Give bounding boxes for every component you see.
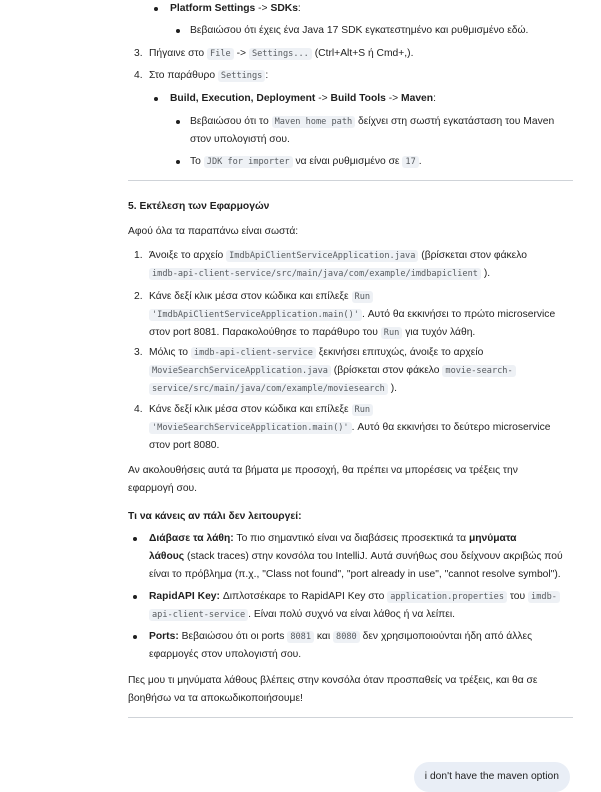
sdk-note: Βεβαιώσου ότι έχεις ένα Java 17 SDK εγκα… [176,22,570,40]
code-imdb-service-1: imdb- [528,591,560,603]
code-imdb-main: 'ImdbApiClientServiceApplication.main()' [149,309,362,321]
list-item-run-2: 2. Κάνε δεξί κλικ μέσα στον κώδικα και ε… [134,291,556,339]
troubleshoot-api-key: RapidAPI Key: Διπλοτσέκαρε το RapidAPI K… [133,588,573,624]
section-intro: Αφού όλα τα παραπάνω είναι σωστά: [128,226,299,237]
code-jdk-importer: JDK for importer [203,156,293,168]
code-movie-path-1: movie-search- [442,365,516,377]
troubleshoot-ports: Ports: Βεβαιώσου ότι οι ports 8081 και 8… [133,628,573,664]
list-item-step-3: 3. Πήγαινε στο File -> Settings... (Ctrl… [134,48,414,60]
outro-paragraph: Αν ακολουθήσεις αυτά τα βήματα με προσοχ… [128,465,518,494]
divider [128,180,573,181]
sdks-label: SDKs [270,3,298,14]
bullet-build-path: Build, Execution, Deployment -> Build To… [154,90,570,108]
code-application-properties: application.properties [387,591,508,603]
code-movie-main: 'MovieSearchServiceApplication.main()' [149,422,352,434]
code-jdk-value: 17 [402,156,419,168]
list-item-step-4: 4. Στο παράθυρο Settings: [134,70,269,82]
bullet-platform-settings: Platform Settings -> SDKs: [154,0,570,18]
troubleshoot-errors: Διάβασε τα λάθη: Το πιο σημαντικό είναι … [133,530,573,584]
code-file: File [207,48,234,60]
maven-home-note: Βεβαιώσου ότι το Maven home path δείχνει… [176,113,573,149]
code-port-8080: 8080 [333,631,360,643]
user-message-text: i don't have the maven option [424,771,559,782]
code-port-8081: 8081 [287,631,315,643]
list-item-run-3: 3. Μόλις το imdb-api-client-service ξεκι… [134,344,573,398]
code-imdb-service: imdb-api-client-service [190,347,316,359]
code-imdb-service-2: api-client-service [149,609,249,621]
code-settings: Settings [217,70,266,82]
code-movie-path-2: service/src/main/java/com/example/movies… [149,383,388,395]
code-imdb-app-file: ImdbApiClientServiceApplication.java [226,250,419,262]
user-message-bubble: i don't have the maven option [413,762,570,792]
closing-paragraph: Πες μου τι μηνύματα λάθους βλέπεις στην … [128,675,538,704]
jdk-importer-note: Το JDK for importer να είναι ρυθμισμένο … [176,153,573,171]
code-settings-dots: Settings... [248,48,312,60]
platform-settings-label: Platform Settings [170,3,256,14]
code-maven-home: Maven home path [271,116,356,128]
section-title: 5. Εκτέλεση των Εφαρμογών [128,201,270,212]
list-item-run-4: 4. Κάνε δεξί κλικ μέσα στον κώδικα και ε… [134,404,551,451]
code-run: Run [351,404,374,416]
divider [128,717,573,718]
code-imdb-path: imdb-api-client-service/src/main/java/co… [149,268,481,280]
code-run: Run [351,291,374,303]
code-run: Run [380,327,403,339]
troubleshoot-title: Τι να κάνεις αν πάλι δεν λειτουργεί: [128,511,302,522]
code-movie-app-file: MovieSearchServiceApplication.java [149,365,331,377]
list-item-run-1: 1. Άνοιξε το αρχείο ImdbApiClientService… [134,250,527,280]
